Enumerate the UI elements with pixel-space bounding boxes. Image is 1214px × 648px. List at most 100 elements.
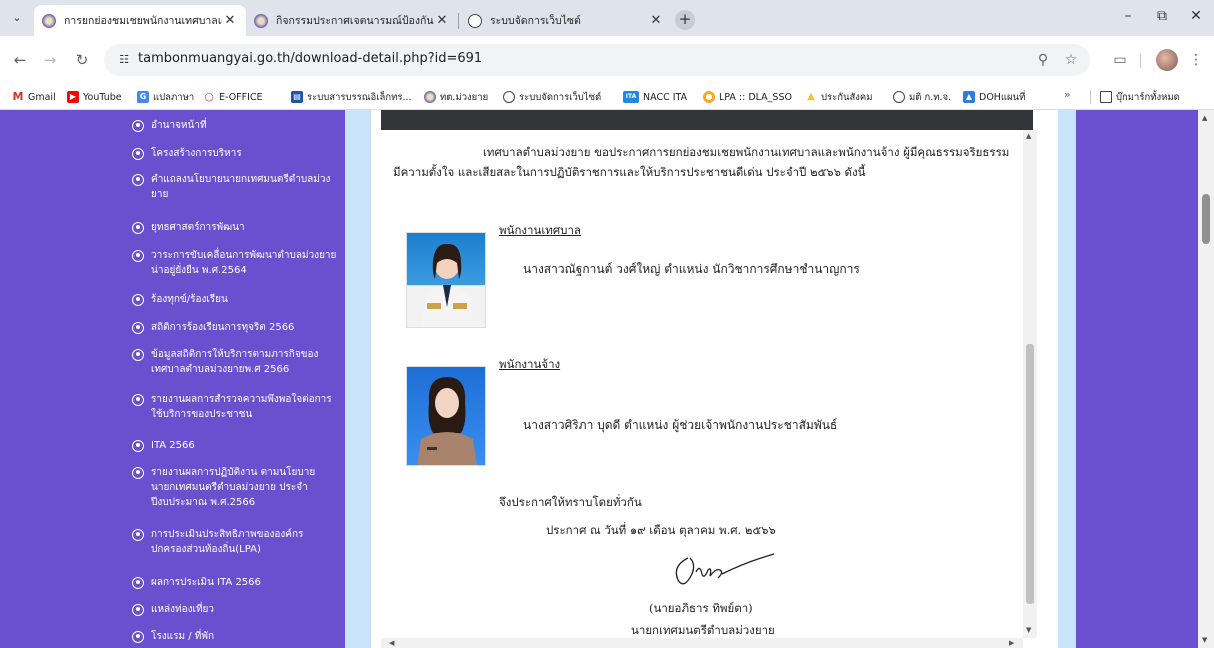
e-office-icon: ○ — [204, 90, 214, 103]
scroll-up-arrow-icon[interactable]: ▲ — [1202, 114, 1207, 122]
sidebar-item[interactable]: สถิติการร้องเรียนการทุจริต 2566 — [132, 320, 337, 335]
back-arrow-icon[interactable]: ← — [10, 50, 30, 70]
scroll-left-arrow-icon[interactable]: ◀ — [389, 639, 394, 647]
star-bookmark-icon[interactable]: ☆ — [1062, 51, 1080, 69]
all-bookmarks[interactable]: บุ๊กมาร์กทั้งหมด — [1100, 88, 1180, 106]
bookmark-gmail[interactable]: M Gmail — [12, 88, 56, 106]
document-horizontal-scrollbar[interactable]: ◀ ▶ — [381, 638, 1023, 648]
announcement-text: จึงประกาศให้ทราบโดยทั่วกัน — [499, 495, 642, 509]
scroll-right-arrow-icon[interactable]: ▶ — [1009, 639, 1014, 647]
sidebar-item-label: ผลการประเมิน ITA 2566 — [151, 577, 261, 588]
extensions-icon[interactable]: ▭ — [1110, 50, 1130, 70]
bookmark-label: NACC ITA — [643, 91, 688, 103]
radio-bullet-icon — [132, 321, 144, 334]
sidebar-item[interactable]: วาระการขับเคลื่อนการพัฒนาตำบลม่วงยายน่าอ… — [132, 248, 337, 278]
bookmark-social-security[interactable]: ▲ ประกันสังคม — [805, 88, 873, 106]
tab-search-chevron-icon[interactable]: ⌄ — [8, 9, 26, 27]
bookmark-label: DOHแผนที่ — [979, 91, 1026, 103]
radio-bullet-icon — [132, 528, 144, 541]
toolbar-divider — [1140, 54, 1141, 68]
bookmark-label: ระบบจัดการเว็บไซต์ — [519, 91, 602, 103]
sidebar-item[interactable]: ข้อมูลสถิติการให้บริการตามภารกิจของเทศบา… — [132, 347, 337, 377]
bookmark-saraban[interactable]: ▤ ระบบสารบรรณอิเล็กทร... — [291, 88, 412, 106]
sidebar-item[interactable]: คำแถลงนโยบายนายกเทศมนตรีตำบลม่วงยาย — [132, 172, 337, 202]
radio-bullet-icon — [132, 576, 144, 589]
saraban-icon: ▤ — [291, 91, 303, 103]
bookmark-e-office[interactable]: ○ E-OFFICE — [203, 88, 262, 106]
document-viewer: เทศบาลตำบลม่วงยาย ขอประกาศการยกย่องชมเชย… — [371, 110, 1058, 648]
bookmarks-overflow-icon[interactable]: » — [1064, 88, 1071, 101]
tab-divider — [458, 13, 459, 29]
tab-active[interactable]: การยกย่องชมเชยพนักงานเทศบาลแล ✕ — [34, 5, 246, 36]
radio-bullet-icon — [132, 348, 144, 361]
bookmark-muangyai[interactable]: ทต.ม่วงยาย — [424, 88, 488, 106]
sidebar-item-label: รายงานผลการปฏิบัติงาน ตามนโยบายนายกเทศมน… — [151, 467, 316, 508]
sidebar-item-label: ร้องทุกข์/ร้องเรียน — [151, 294, 228, 305]
document-vertical-scrollbar[interactable]: ▲ ▼ — [1023, 130, 1037, 638]
radio-bullet-icon — [132, 466, 144, 479]
sidebar-item[interactable]: โครงสร้างการบริหาร — [132, 146, 337, 161]
bookmark-mati[interactable]: มติ ก.ท.จ. — [893, 88, 951, 106]
page-vertical-scrollbar[interactable]: ▲ ▼ — [1198, 110, 1214, 648]
sidebar-item[interactable]: อำนาจหน้าที่ — [132, 118, 337, 133]
tab-2[interactable]: กิจกรรมประกาศเจตนารมณ์ป้องกันแล ✕ — [246, 5, 458, 36]
sidebar-item-label: ข้อมูลสถิติการให้บริการตามภารกิจของเทศบา… — [151, 349, 319, 375]
sidebar-item[interactable]: แหล่งท่องเที่ยว — [132, 602, 337, 617]
sidebar-item[interactable]: รายงานผลการปฏิบัติงาน ตามนโยบายนายกเทศมน… — [132, 465, 337, 510]
signature — [666, 544, 786, 596]
sidebar-item[interactable]: ร้องทุกข์/ร้องเรียน — [132, 292, 337, 307]
sidebar-item[interactable]: ผลการประเมิน ITA 2566 — [132, 575, 337, 590]
sidebar-item-label: ยุทธศาสตร์การพัฒนา — [151, 222, 245, 233]
sidebar-item[interactable]: ITA 2566 — [132, 438, 337, 453]
social-security-icon: ▲ — [807, 91, 815, 102]
close-icon[interactable]: ✕ — [434, 13, 450, 28]
sidebar-item[interactable]: โรงแรม / ที่พัก — [132, 629, 337, 644]
person-name-employee: นางสาวศิริภา บุดดี ตำแหน่ง ผู้ช่วยเจ้าพน… — [523, 418, 838, 432]
bookmark-label: มติ ก.ท.จ. — [909, 91, 952, 103]
bookmark-translate[interactable]: G แปลภาษา — [137, 88, 194, 106]
radio-bullet-icon — [132, 173, 144, 186]
forward-arrow-icon[interactable]: → — [40, 50, 60, 70]
restore-icon[interactable]: ⧉ — [1151, 8, 1173, 28]
address-bar[interactable]: ☷ tambonmuangyai.go.th/download-detail.p… — [104, 44, 1090, 76]
window-close-icon[interactable]: ✕ — [1185, 8, 1207, 28]
radio-bullet-icon — [132, 393, 144, 406]
tab-title: กิจกรรมประกาศเจตนารมณ์ป้องกันแล — [276, 15, 434, 27]
scroll-down-arrow-icon[interactable]: ▼ — [1202, 636, 1207, 644]
bookmark-lpa[interactable]: ● LPA :: DLA_SSO — [703, 88, 792, 106]
folder-icon — [1100, 91, 1112, 103]
globe-icon — [468, 13, 482, 28]
sidebar-item-label: อำนาจหน้าที่ — [151, 120, 207, 131]
zoom-icon[interactable]: ⚲ — [1034, 51, 1052, 69]
gmail-icon: M — [12, 90, 24, 103]
bookmark-youtube[interactable]: ▶ YouTube — [67, 88, 122, 106]
scroll-down-arrow-icon[interactable]: ▼ — [1026, 626, 1031, 634]
minimize-icon[interactable]: – — [1117, 8, 1139, 28]
close-icon[interactable]: ✕ — [648, 13, 664, 28]
signer-name: (นายอภิธาร ทิพย์ตา) — [649, 601, 753, 615]
bookmark-web-admin[interactable]: ระบบจัดการเว็บไซต์ — [503, 88, 601, 106]
page-scroll-thumb[interactable] — [1202, 194, 1210, 244]
reload-icon[interactable]: ↻ — [72, 50, 92, 70]
section-heading-employee: พนักงานจ้าง — [499, 357, 561, 371]
new-tab-button[interactable]: + — [675, 10, 695, 30]
bookmarks-bar: M Gmail ▶ YouTube G แปลภาษา ○ E-OFFICE ▤… — [0, 84, 1214, 110]
kebab-menu-icon[interactable]: ⋮ — [1186, 50, 1206, 70]
bookmark-nacc-ita[interactable]: ITA NACC ITA — [623, 88, 687, 106]
sidebar-item[interactable]: ยุทธศาสตร์การพัฒนา — [132, 220, 337, 235]
site-favicon-icon — [424, 91, 436, 103]
bookmark-label: ประกันสังคม — [821, 91, 873, 103]
url-text[interactable]: tambonmuangyai.go.th/download-detail.php… — [138, 51, 482, 66]
sidebar-item-label: รายงานผลการสำรวจความพึงพอใจต่อการใช้บริก… — [151, 394, 332, 420]
sidebar-item[interactable]: รายงานผลการสำรวจความพึงพอใจต่อการใช้บริก… — [132, 392, 337, 422]
bookmark-label: YouTube — [83, 91, 122, 103]
sidebar-item[interactable]: การประเมินประสิทธิภาพขององค์กรปกครองส่วน… — [132, 527, 337, 557]
document-scroll-thumb[interactable] — [1026, 344, 1034, 604]
tab-3[interactable]: ระบบจัดการเว็บไซต์ ✕ — [460, 5, 672, 36]
bookmark-doh-map[interactable]: ▲ DOHแผนที่ — [963, 88, 1025, 106]
site-settings-icon[interactable]: ☷ — [114, 50, 134, 70]
close-icon[interactable]: ✕ — [222, 13, 238, 28]
right-panel — [1076, 110, 1198, 648]
scroll-up-arrow-icon[interactable]: ▲ — [1026, 132, 1031, 140]
profile-avatar[interactable] — [1156, 49, 1178, 71]
